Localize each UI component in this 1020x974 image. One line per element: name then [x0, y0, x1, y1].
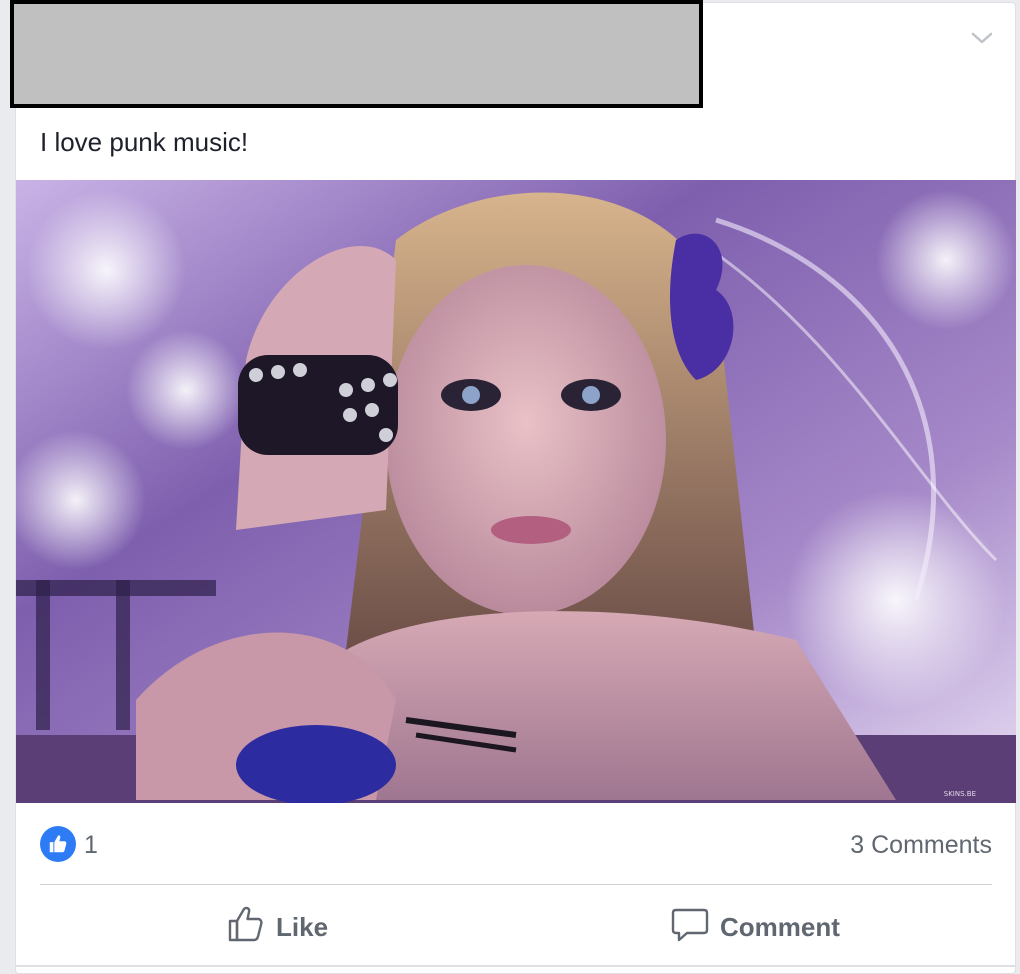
like-count[interactable]: 1 — [84, 830, 98, 860]
reaction-summary: 1 3 Comments — [40, 826, 992, 864]
actions-divider — [40, 884, 992, 885]
comment-button[interactable]: Comment — [670, 900, 840, 954]
post-options-button[interactable] — [968, 26, 996, 54]
chevron-down-icon — [971, 31, 993, 50]
card-bottom-border — [16, 965, 1016, 967]
thumbs-up-outline-icon — [226, 904, 266, 951]
like-label: Like — [276, 911, 329, 942]
post-message: I love punk music! — [40, 127, 249, 157]
photo-watermark: SKINS.BE — [944, 790, 976, 798]
post-photo[interactable]: SKINS.BE — [16, 180, 1016, 803]
like-button[interactable]: Like — [226, 900, 328, 954]
comments-count-link[interactable]: 3 Comments — [850, 830, 992, 860]
speech-bubble-icon — [670, 904, 710, 951]
redacted-author-header — [10, 0, 703, 108]
thumbs-up-icon[interactable] — [40, 826, 76, 862]
comment-label: Comment — [720, 911, 840, 942]
